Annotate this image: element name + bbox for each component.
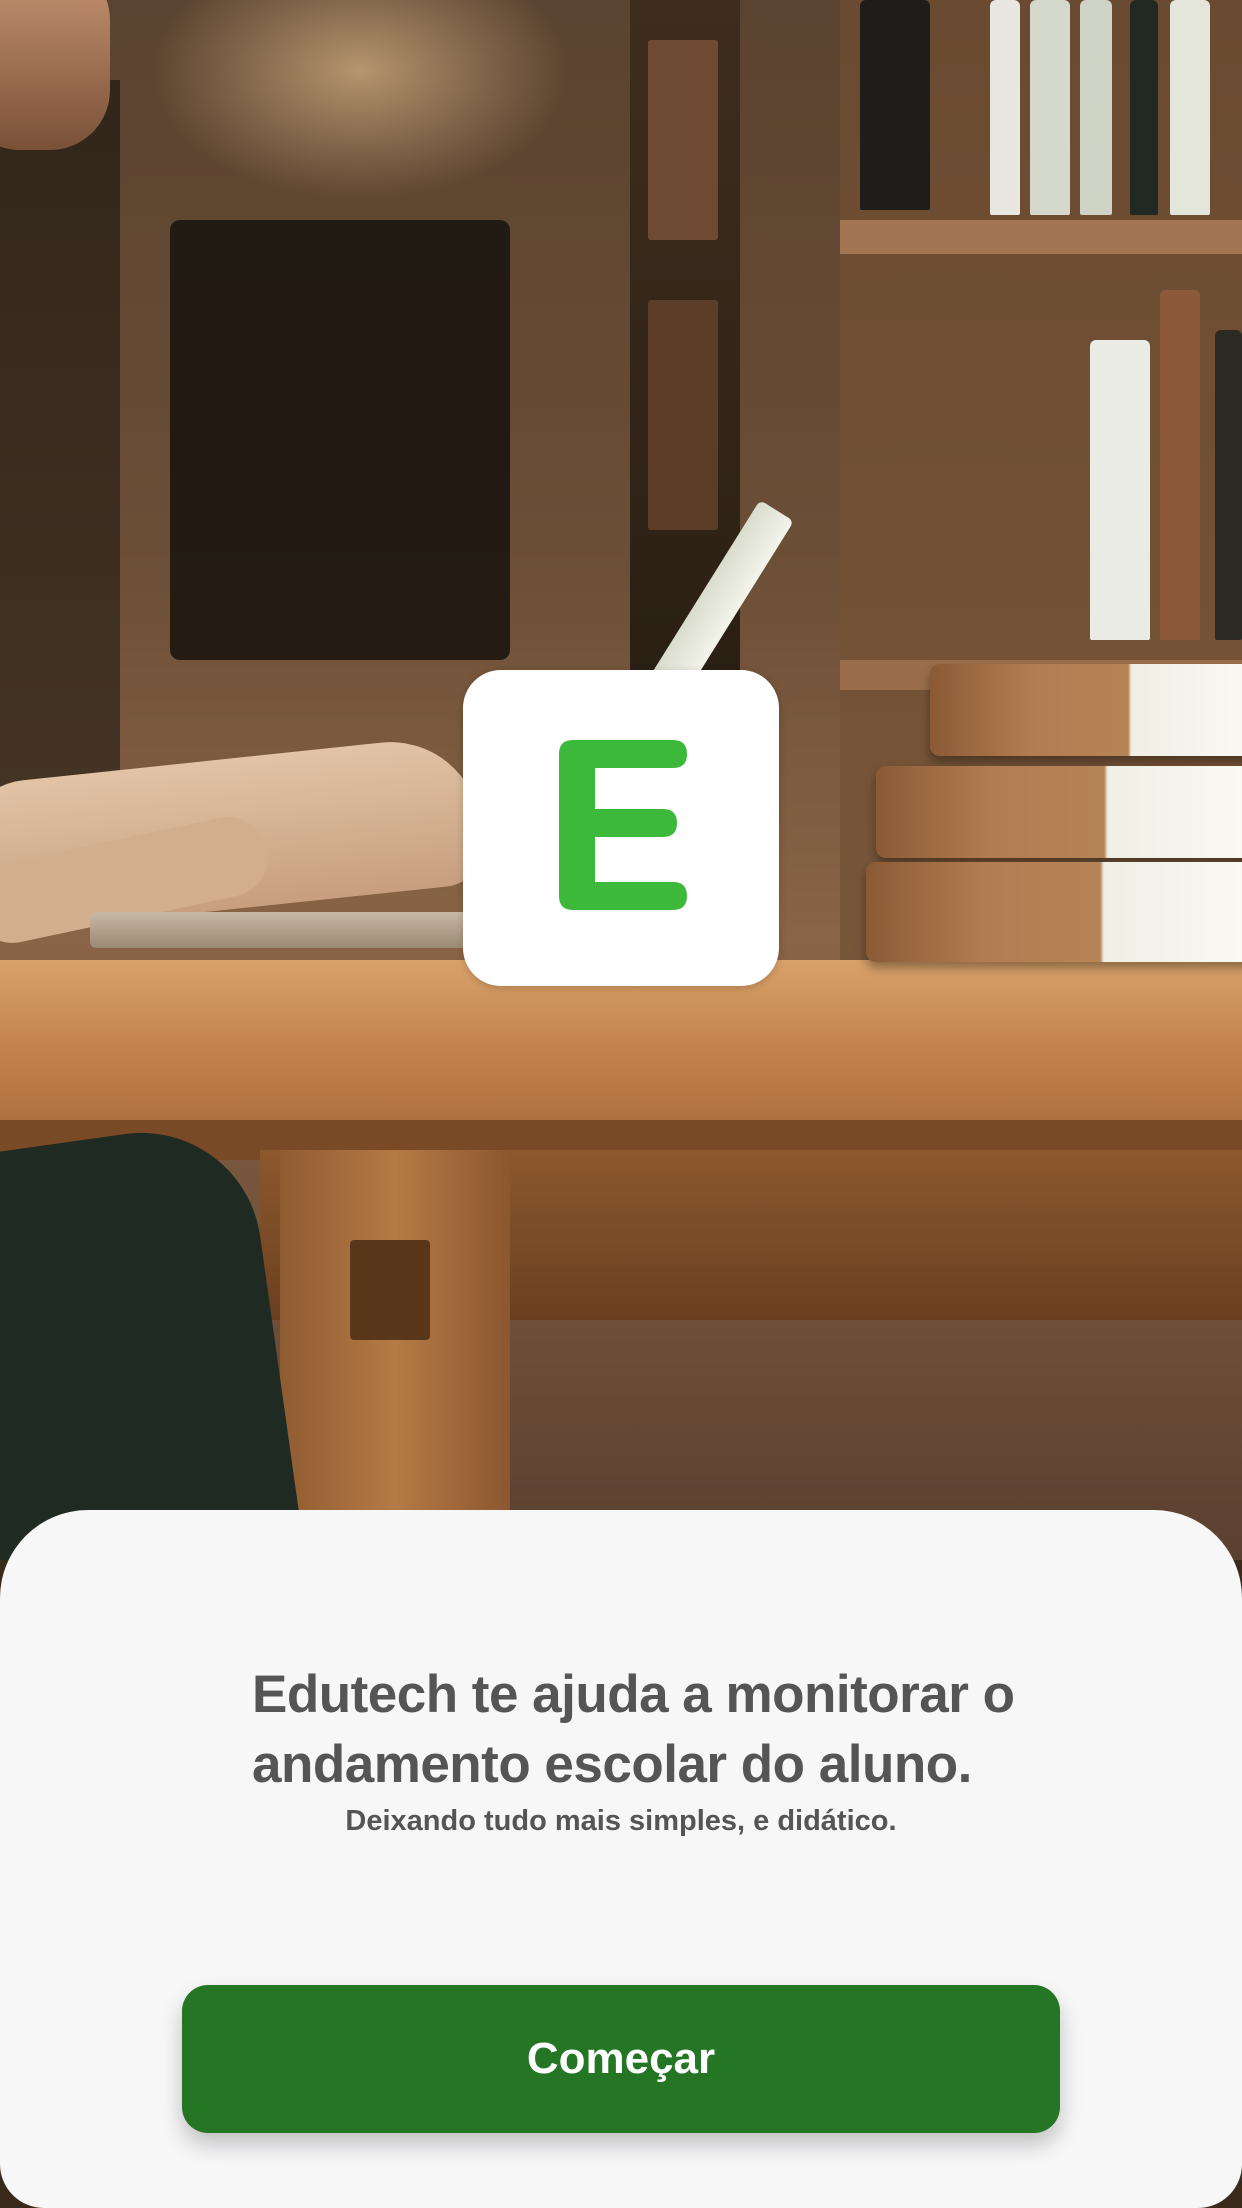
start-button[interactable]: Começar: [182, 1985, 1060, 2133]
logo-letter-e-icon: [559, 740, 687, 910]
left-bookshelf: [0, 80, 120, 800]
dark-cabinet: [170, 220, 510, 660]
shelf-book: [1030, 0, 1070, 215]
laptop-base: [90, 912, 510, 948]
app-logo: [463, 670, 779, 986]
shelf-book: [860, 0, 930, 210]
shelf-books: [648, 40, 718, 240]
lamp-glow: [150, 0, 570, 200]
shelf-book: [990, 0, 1020, 215]
shelf-book: [1130, 0, 1158, 215]
shelf-book: [1160, 290, 1200, 640]
person-face: [0, 0, 110, 150]
book-stack-middle: [876, 766, 1242, 858]
onboarding-sheet: Edutech te ajuda a monitorar o andamento…: [0, 1510, 1242, 2208]
shelf-book: [1090, 340, 1150, 640]
shelf-book: [1215, 330, 1242, 640]
book-stack-bottom: [866, 862, 1242, 962]
shelf-board: [840, 220, 1242, 254]
shelf-book: [1080, 0, 1112, 215]
shelf-book: [1170, 0, 1210, 215]
onboarding-subtitle: Deixando tudo mais simples, e didático.: [345, 1805, 897, 1837]
table-leg: [280, 1150, 510, 1560]
book-stack-top: [930, 664, 1242, 756]
onboarding-headline: Edutech te ajuda a monitorar o andamento…: [252, 1665, 1015, 1794]
shelf-books: [648, 300, 718, 530]
table-leg-block: [350, 1240, 430, 1340]
